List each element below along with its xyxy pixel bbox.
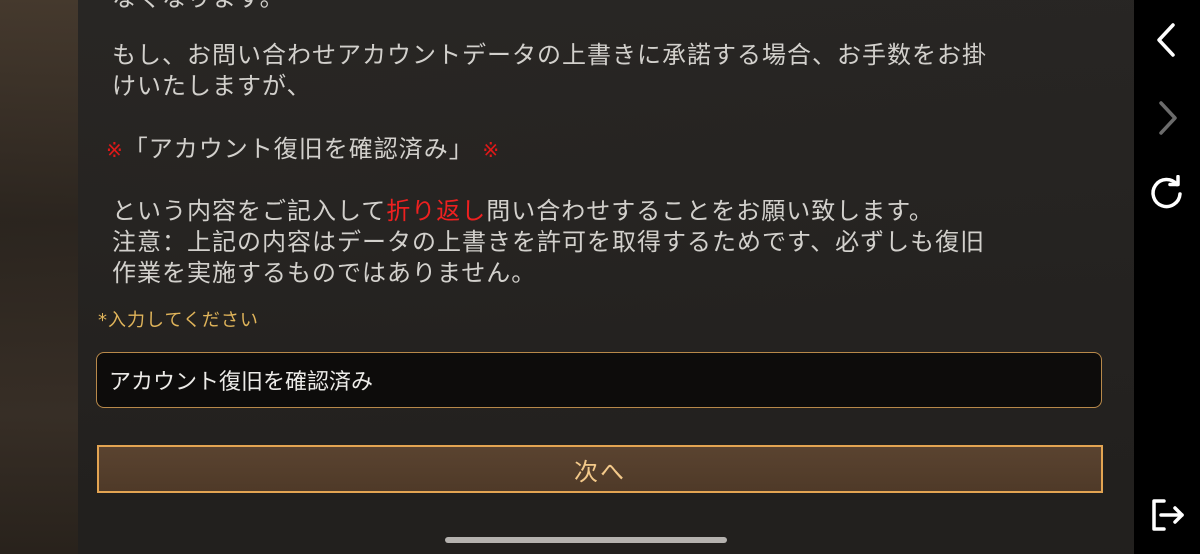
confirmation-input[interactable] [96, 352, 1102, 408]
exit-icon [1152, 499, 1184, 531]
note-line1: 注意：上記の内容はデータの上書きを許可を取得するためです、必ずしも復旧 [112, 228, 986, 256]
paragraph1-line2: けいたしますが、 [112, 72, 312, 100]
quote-text: 「アカウント復旧を確認済み」 [123, 135, 474, 163]
instruction-line: という内容をご記入して折り返し問い合わせすることをお願い致します。 [112, 196, 1072, 227]
required-label: *入力してください [98, 310, 259, 331]
chevron-left-icon [1157, 23, 1175, 57]
note-line2: 作業を実施するものではありません。 [112, 259, 537, 287]
reload-button[interactable] [1134, 161, 1200, 227]
instruction-before: という内容をご記入して [112, 197, 387, 225]
reference-mark-left: ※ [106, 138, 124, 162]
background-art [0, 0, 78, 554]
browser-nav-bar [1134, 0, 1200, 554]
instruction-after: 問い合わせすることをお願い致します。 [486, 197, 934, 225]
chevron-right-icon [1159, 101, 1177, 135]
screen: なくなります。 もし、お問い合わせアカウントデータの上書きに承諾する場合、お手数… [0, 0, 1200, 554]
home-indicator[interactable] [445, 537, 727, 543]
exit-button[interactable] [1134, 482, 1200, 548]
partial-top-line: なくなります。 [112, 0, 1072, 14]
quote-line: ※「アカウント復旧を確認済み」 ※ [106, 134, 1066, 166]
reference-mark-right: ※ [482, 138, 501, 162]
reload-icon [1151, 175, 1182, 209]
back-button[interactable] [1134, 7, 1200, 73]
next-button[interactable]: 次へ [97, 445, 1103, 493]
forward-button[interactable] [1134, 85, 1200, 151]
paragraph1-line1: もし、お問い合わせアカウントデータの上書きに承諾する場合、お手数をお掛 [112, 41, 987, 69]
instruction-emphasis: 折り返し [386, 197, 487, 225]
